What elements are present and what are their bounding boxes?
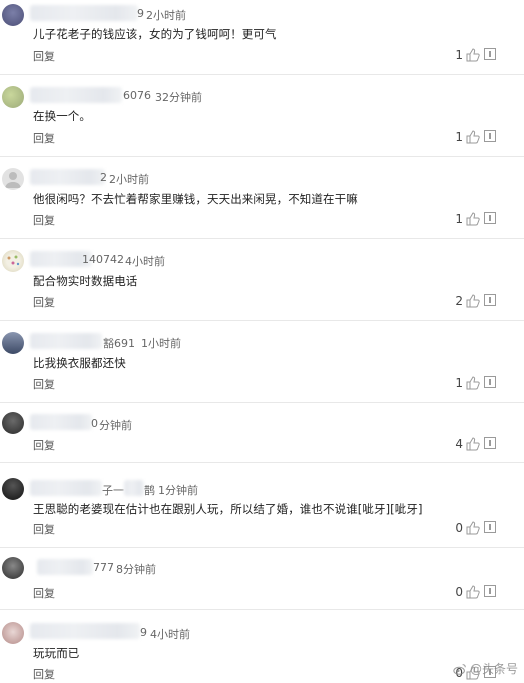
avatar[interactable]	[2, 250, 24, 272]
reply-button[interactable]: 回复	[33, 521, 55, 537]
weibo-logo-icon	[453, 663, 466, 675]
comment-item: 140742 4小时前 配合物实时数据电话 回复 2	[0, 239, 524, 321]
comment-time: 分钟前	[99, 419, 132, 432]
username-masked[interactable]	[30, 333, 102, 349]
comment-username[interactable]: 9	[137, 7, 144, 20]
username-masked[interactable]	[30, 5, 138, 21]
like-control[interactable]: 2	[455, 294, 480, 308]
default-avatar-icon	[5, 172, 21, 188]
like-count: 0	[455, 521, 463, 535]
comment-item: 豁691 1小时前 比我换衣服都还快 回复 1	[0, 321, 524, 403]
comment-time: 4小时前	[150, 628, 190, 641]
like-count: 4	[455, 437, 463, 451]
report-icon[interactable]	[484, 376, 496, 388]
like-control[interactable]: 0	[455, 585, 480, 599]
comment-item: 777 8分钟前 回复 0	[0, 548, 524, 610]
thumbs-up-icon[interactable]	[466, 294, 480, 308]
like-count: 1	[455, 212, 463, 226]
comment-text: 儿子花老子的钱应该，女的为了钱呵呵！更可气	[33, 27, 277, 41]
like-control[interactable]: 1	[455, 130, 480, 144]
comment-username[interactable]: 豁691	[103, 335, 135, 351]
like-control[interactable]: 0	[455, 521, 480, 535]
reply-button[interactable]: 回复	[33, 585, 55, 601]
watermark: @头条号	[453, 660, 518, 677]
thumbs-up-icon[interactable]	[466, 48, 480, 62]
comment-text: 配合物实时数据电话	[33, 274, 138, 288]
thumbs-up-icon[interactable]	[466, 521, 480, 535]
report-icon[interactable]	[484, 521, 496, 533]
comment-username-suffix[interactable]: 鹊	[144, 482, 155, 498]
comment-username[interactable]: 子一	[102, 482, 124, 498]
reply-button[interactable]: 回复	[33, 437, 55, 453]
like-control[interactable]: 1	[455, 376, 480, 390]
reply-button[interactable]: 回复	[33, 48, 55, 64]
like-count: 1	[455, 130, 463, 144]
like-count: 0	[455, 585, 463, 599]
like-count: 1	[455, 376, 463, 390]
report-icon[interactable]	[484, 212, 496, 224]
comment-username[interactable]: 140742	[82, 253, 124, 266]
comment-text: 比我换衣服都还快	[33, 356, 126, 370]
reply-button[interactable]: 回复	[33, 130, 55, 146]
thumbs-up-icon[interactable]	[466, 212, 480, 226]
comment-item: 2 2小时前 他很闲吗？不去忙着帮家里赚钱，天天出来闲晃，不知道在干嘛 回复 1	[0, 157, 524, 239]
username-masked[interactable]	[30, 480, 102, 496]
comment-time: 1分钟前	[158, 484, 198, 497]
comment-item: 6076 32分钟前 在换一个。 回复 1	[0, 75, 524, 157]
username-masked[interactable]	[30, 623, 140, 639]
comment-time: 4小时前	[125, 255, 165, 268]
like-count: 1	[455, 48, 463, 62]
reply-button[interactable]: 回复	[33, 212, 55, 228]
thumbs-up-icon[interactable]	[466, 130, 480, 144]
comment-username[interactable]: 2	[100, 171, 107, 184]
like-control[interactable]: 4	[455, 437, 480, 451]
comment-time: 1小时前	[141, 337, 181, 350]
username-masked[interactable]	[124, 480, 144, 496]
like-count: 2	[455, 294, 463, 308]
comment-username[interactable]: 6076	[123, 89, 151, 102]
comment-username[interactable]: 0	[91, 417, 98, 430]
watermark-text: @头条号	[469, 662, 518, 676]
comment-item: 9 4小时前 玩玩而已 回复 0	[0, 610, 524, 683]
comment-time: 2小时前	[146, 9, 186, 22]
comment-text: 玩玩而已	[33, 646, 80, 660]
avatar[interactable]	[2, 168, 24, 190]
reply-button[interactable]: 回复	[33, 666, 55, 682]
avatar[interactable]	[2, 557, 24, 579]
username-masked[interactable]	[37, 559, 93, 575]
comment-text: 在换一个。	[33, 109, 91, 123]
pattern-avatar-icon	[7, 255, 20, 266]
report-icon[interactable]	[484, 437, 496, 449]
comment-time: 8分钟前	[116, 563, 156, 576]
like-control[interactable]: 1	[455, 212, 480, 226]
username-masked[interactable]	[30, 414, 92, 430]
thumbs-up-icon[interactable]	[466, 585, 480, 599]
comment-username[interactable]: 9	[140, 626, 147, 639]
comment-text: 王思聪的老婆现在估计也在跟别人玩，所以结了婚，谁也不说谁[呲牙][呲牙]	[33, 502, 423, 516]
comment-username[interactable]: 777	[93, 561, 114, 574]
comment-item: 0 分钟前 回复 4	[0, 403, 524, 463]
comment-time: 2小时前	[109, 173, 149, 186]
report-icon[interactable]	[484, 294, 496, 306]
reply-button[interactable]: 回复	[33, 294, 55, 310]
comment-text: 他很闲吗？不去忙着帮家里赚钱，天天出来闲晃，不知道在干嘛	[33, 192, 358, 206]
report-icon[interactable]	[484, 585, 496, 597]
avatar[interactable]	[2, 332, 24, 354]
report-icon[interactable]	[484, 48, 496, 60]
avatar[interactable]	[2, 4, 24, 26]
thumbs-up-icon[interactable]	[466, 437, 480, 451]
thumbs-up-icon[interactable]	[466, 376, 480, 390]
report-icon[interactable]	[484, 130, 496, 142]
avatar[interactable]	[2, 478, 24, 500]
comment-time: 32分钟前	[155, 91, 202, 104]
avatar[interactable]	[2, 622, 24, 644]
username-masked[interactable]	[30, 169, 105, 185]
reply-button[interactable]: 回复	[33, 376, 55, 392]
avatar[interactable]	[2, 412, 24, 434]
comment-item: 9 2小时前 儿子花老子的钱应该，女的为了钱呵呵！更可气 回复 1	[0, 0, 524, 75]
comment-item: 子一 鹊 1分钟前 王思聪的老婆现在估计也在跟别人玩，所以结了婚，谁也不说谁[呲…	[0, 463, 524, 548]
avatar[interactable]	[2, 86, 24, 108]
like-control[interactable]: 1	[455, 48, 480, 62]
username-masked[interactable]	[30, 87, 122, 103]
